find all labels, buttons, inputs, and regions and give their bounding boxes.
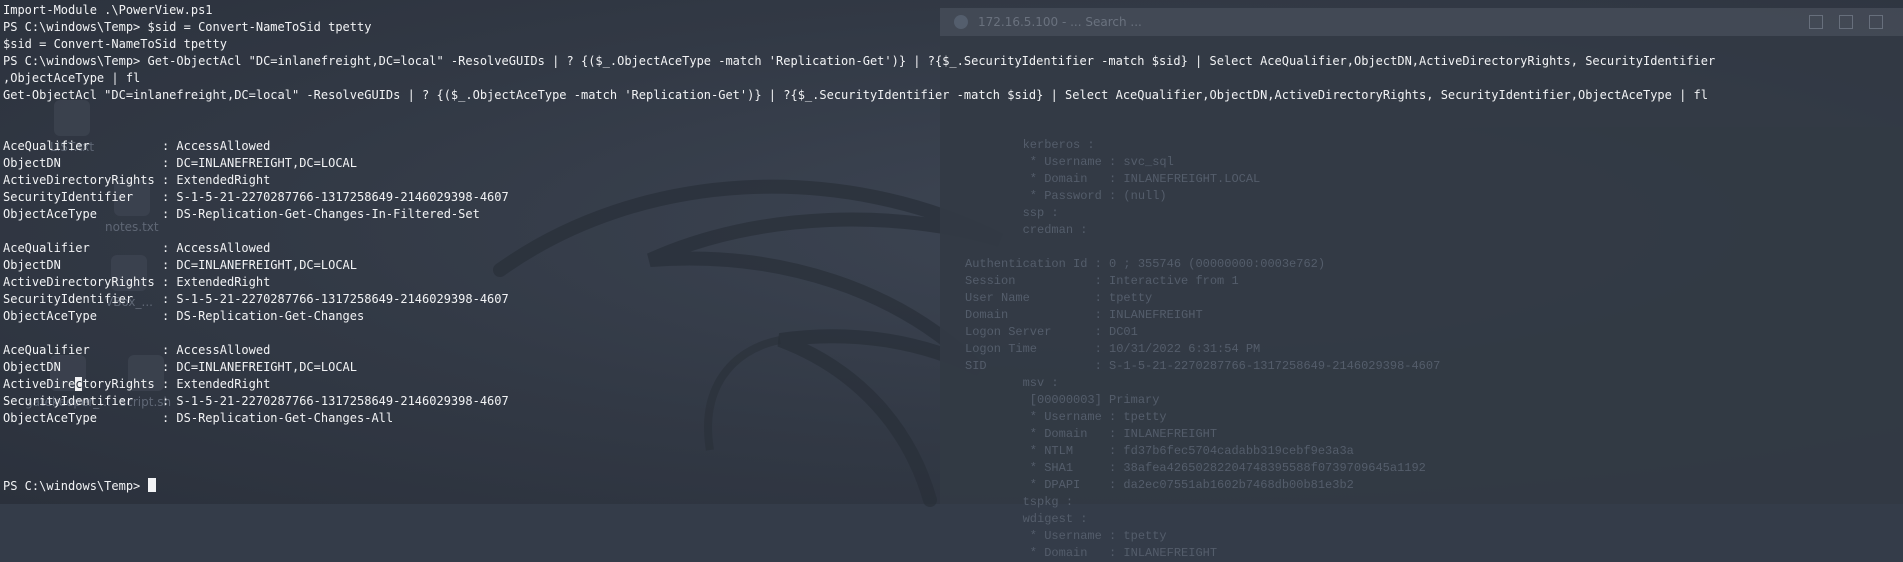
terminal-prompt-line[interactable]: PS C:\windows\Temp> bbox=[3, 478, 1903, 495]
terminal-line: AceQualifier : AccessAllowed bbox=[3, 139, 271, 153]
terminal[interactable]: Import-Module .\PowerView.ps1 PS C:\windo… bbox=[0, 0, 1903, 504]
terminal-line: ActiveDirectoryRights : ExtendedRight bbox=[3, 173, 271, 187]
terminal-line: Get-ObjectAcl "DC=inlanefreight,DC=local… bbox=[3, 88, 1709, 102]
terminal-line: $sid = Convert-NameToSid tpetty bbox=[3, 37, 227, 51]
terminal-line: ObjectDN : DC=INLANEFREIGHT,DC=LOCAL bbox=[3, 156, 358, 170]
terminal-line: SecurityIdentifier : S-1-5-21-2270287766… bbox=[3, 394, 509, 408]
terminal-line: ObjectAceType : DS-Replication-Get-Chang… bbox=[3, 411, 394, 425]
terminal-line: ActiveDirectoryRights : ExtendedRight bbox=[3, 275, 271, 289]
terminal-line: PS C:\windows\Temp> Get-ObjectAcl "DC=in… bbox=[3, 54, 1716, 68]
selected-text-before: ActiveDire bbox=[3, 377, 76, 391]
selected-text-after: toryRights : ExtendedRight bbox=[82, 377, 271, 391]
terminal-line: ObjectDN : DC=INLANEFREIGHT,DC=LOCAL bbox=[3, 258, 358, 272]
terminal-line: ObjectAceType : DS-Replication-Get-Chang… bbox=[3, 207, 480, 221]
prompt: PS C:\windows\Temp> bbox=[3, 479, 148, 493]
terminal-line: ObjectAceType : DS-Replication-Get-Chang… bbox=[3, 309, 365, 323]
terminal-output: Import-Module .\PowerView.ps1 PS C:\windo… bbox=[3, 2, 1903, 376]
terminal-line: ActiveDirectoryRights : ExtendedRight bbox=[3, 376, 1903, 393]
terminal-line: AceQualifier : AccessAllowed bbox=[3, 343, 271, 357]
terminal-line: SecurityIdentifier : S-1-5-21-2270287766… bbox=[3, 292, 509, 306]
terminal-line: SecurityIdentifier : S-1-5-21-2270287766… bbox=[3, 190, 509, 204]
terminal-line: Import-Module .\PowerView.ps1 bbox=[3, 3, 213, 17]
terminal-line: PS C:\windows\Temp> $sid = Convert-NameT… bbox=[3, 20, 372, 34]
terminal-line: ObjectDN : DC=INLANEFREIGHT,DC=LOCAL bbox=[3, 360, 358, 374]
terminal-output: SecurityIdentifier : S-1-5-21-2270287766… bbox=[3, 393, 1903, 478]
text-cursor bbox=[147, 478, 156, 492]
terminal-line: ,ObjectAceType | fl bbox=[3, 71, 141, 85]
terminal-line: AceQualifier : AccessAllowed bbox=[3, 241, 271, 255]
